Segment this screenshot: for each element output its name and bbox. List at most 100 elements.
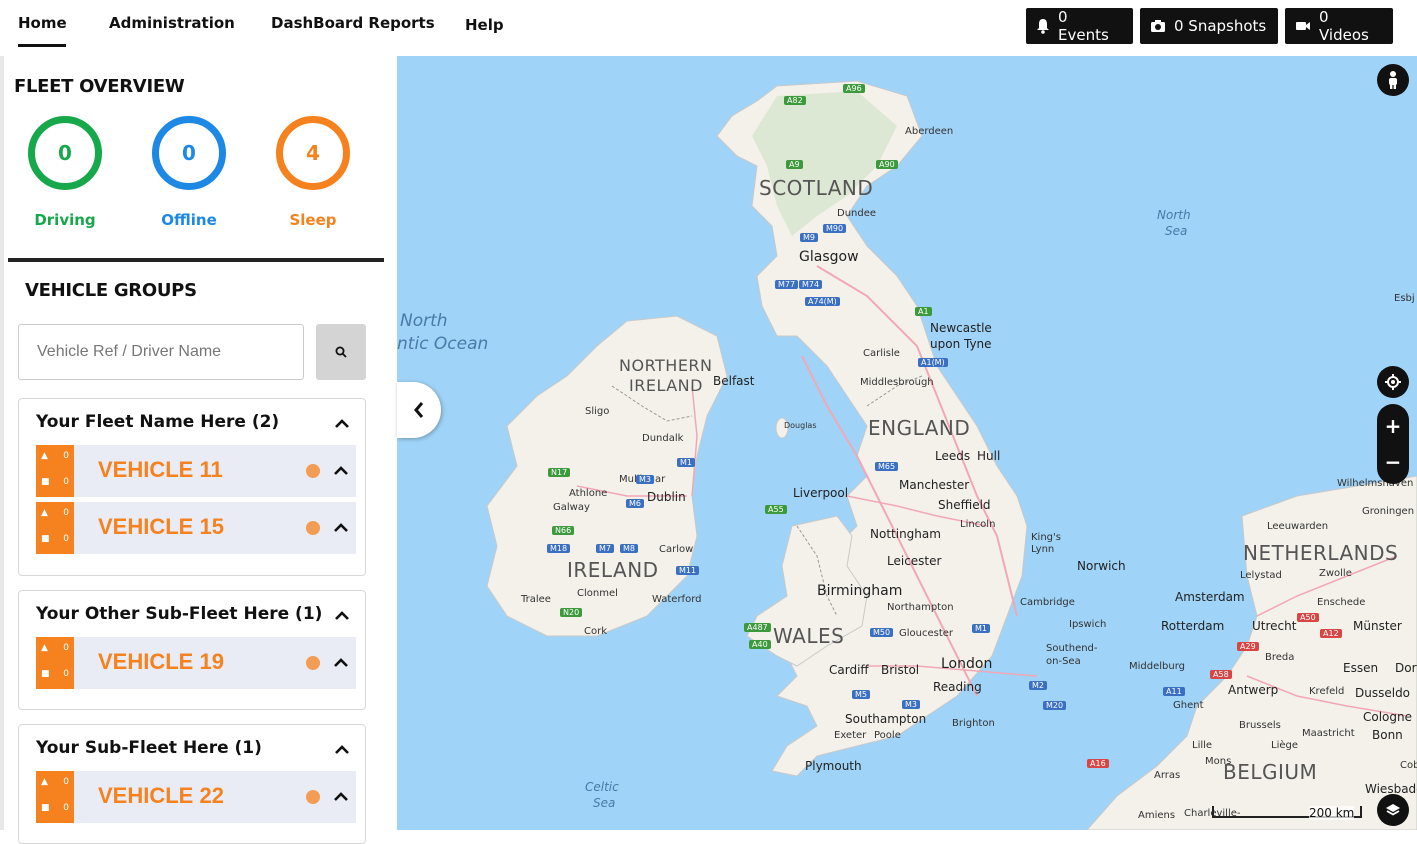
road-shield: A11 — [1163, 687, 1185, 696]
search-button[interactable] — [316, 324, 366, 380]
offline-count-circle[interactable]: 0 — [152, 116, 226, 190]
video-count: 0 — [63, 669, 69, 679]
video-count: 0 — [63, 534, 69, 544]
road-shield: M1 — [677, 458, 695, 467]
camera-icon — [1151, 20, 1165, 32]
sleep-count-circle[interactable]: 4 — [276, 116, 350, 190]
road-shield: M1 — [972, 624, 990, 633]
person-icon — [1389, 71, 1397, 89]
map-city: Norwich — [1077, 559, 1126, 573]
map-city: Antwerp — [1228, 683, 1279, 697]
map-label-netherlands: NETHERLANDS — [1243, 541, 1399, 565]
road-shield: M8 — [620, 544, 638, 553]
globe-icon[interactable] — [306, 464, 320, 478]
bell-icon: ▲ — [41, 508, 48, 518]
map-city: Manchester — [899, 478, 970, 492]
map-city: Carlisle — [863, 348, 900, 359]
offline-count: 0 — [182, 141, 196, 165]
vehicle-name: VEHICLE 11 — [98, 457, 223, 482]
events-button[interactable]: 0 Events — [1026, 8, 1133, 44]
map-city: Cork — [584, 626, 608, 637]
minus-icon: − — [1384, 450, 1402, 474]
event-count: 0 — [63, 451, 69, 461]
vehicle-group-card: Your Other Sub-Fleet Here (1) ▲ 0 ■ 0 VE… — [18, 590, 366, 710]
driving-count-circle[interactable]: 0 — [28, 116, 102, 190]
map-city: Utrecht — [1252, 619, 1297, 633]
locate-me-button[interactable] — [1377, 366, 1409, 398]
map-city: Ipswich — [1069, 619, 1107, 630]
street-view-button[interactable] — [1377, 64, 1409, 96]
vehicle-row[interactable]: ▲ 0 ■ 0 VEHICLE 11 — [36, 445, 356, 497]
driving-label: Driving — [34, 211, 96, 229]
map-city: Amiens — [1138, 810, 1176, 821]
bell-icon — [1036, 19, 1049, 34]
vehicle-name: VEHICLE 19 — [98, 649, 224, 674]
group-title[interactable]: Your Fleet Name Here (2) — [36, 412, 279, 432]
map-city: Lille — [1192, 740, 1213, 751]
road-shield: A82 — [784, 96, 806, 105]
map-label-scotland: SCOTLAND — [759, 176, 874, 200]
chevron-up-icon[interactable] — [333, 741, 351, 759]
map-city: Belfast — [713, 374, 755, 388]
nav-dashboard-reports[interactable]: DashBoard Reports — [271, 14, 435, 32]
road-shield: M18 — [547, 544, 571, 553]
map-city: Athlone — [569, 488, 608, 499]
snapshots-button[interactable]: 0 Snapshots — [1140, 8, 1278, 44]
locate-icon — [1385, 374, 1401, 390]
map-layers-button[interactable] — [1377, 794, 1409, 826]
chevron-up-icon[interactable] — [332, 788, 350, 806]
chevron-up-icon[interactable] — [333, 607, 351, 625]
map-city: Sligo — [585, 406, 610, 417]
zoom-out-button[interactable]: − — [1377, 442, 1409, 482]
vehicle-search-input[interactable] — [18, 324, 304, 380]
map-view[interactable]: SCOTLAND NORTHERN IRELAND IRELAND ENGLAN… — [397, 56, 1417, 830]
nav-home-active-indicator — [18, 44, 66, 47]
road-shield: M65 — [875, 462, 899, 471]
map-city: Dundalk — [642, 433, 684, 444]
map-city: Waterford — [652, 594, 702, 605]
chevron-up-icon[interactable] — [333, 415, 351, 433]
road-shield: N17 — [548, 468, 571, 477]
vehicle-row[interactable]: ▲ 0 ■ 0 VEHICLE 22 — [36, 771, 356, 823]
map-city: Galway — [553, 502, 590, 513]
globe-icon[interactable] — [306, 521, 320, 535]
event-count: 0 — [63, 643, 69, 653]
nav-home[interactable]: Home — [18, 14, 67, 32]
vehicle-row[interactable]: ▲ 0 ■ 0 VEHICLE 15 — [36, 502, 356, 554]
road-shield: M9 — [800, 233, 818, 242]
nav-help[interactable]: Help — [465, 16, 504, 34]
map-city: Zwolle — [1319, 568, 1352, 579]
chevron-up-icon[interactable] — [332, 519, 350, 537]
map-city: Cologne — [1363, 710, 1413, 724]
map-city: Sheffield — [938, 498, 991, 512]
map-city: Aberdeen — [905, 126, 954, 137]
chevron-up-icon[interactable] — [332, 654, 350, 672]
group-title[interactable]: Your Other Sub-Fleet Here (1) — [36, 604, 322, 624]
group-title[interactable]: Your Sub-Fleet Here (1) — [36, 738, 262, 758]
videos-button[interactable]: 0 Videos — [1285, 8, 1393, 44]
globe-icon[interactable] — [306, 790, 320, 804]
globe-icon[interactable] — [306, 656, 320, 670]
top-navigation-bar: Home Administration DashBoard Reports He… — [0, 0, 1417, 56]
map-city: Southend- — [1046, 643, 1098, 654]
map-city: Liverpool — [793, 486, 849, 500]
vehicle-row[interactable]: ▲ 0 ■ 0 VEHICLE 19 — [36, 637, 356, 689]
event-count: 0 — [63, 508, 69, 518]
zoom-in-button[interactable]: + — [1377, 406, 1409, 446]
map-city: Leeds — [935, 449, 971, 463]
map-city: Nottingham — [870, 527, 941, 541]
bell-icon: ▲ — [41, 451, 48, 461]
road-shield: A55 — [765, 505, 787, 514]
map-city: Birmingham — [817, 583, 903, 599]
offline-label: Offline — [161, 211, 217, 229]
nav-administration[interactable]: Administration — [109, 14, 235, 32]
map-label-belgium: BELGIUM — [1223, 760, 1318, 784]
chevron-up-icon[interactable] — [332, 462, 350, 480]
map-city: Leicester — [887, 554, 942, 568]
map-city: Carlow — [659, 544, 694, 555]
map-city: Leeuwarden — [1267, 521, 1329, 532]
map-label-wales: WALES — [773, 624, 845, 648]
map-city: Cardiff — [829, 663, 869, 677]
road-shield: M7 — [596, 544, 614, 553]
left-panel: FLEET OVERVIEW 0 Driving 0 Offline 4 Sle… — [0, 56, 397, 844]
